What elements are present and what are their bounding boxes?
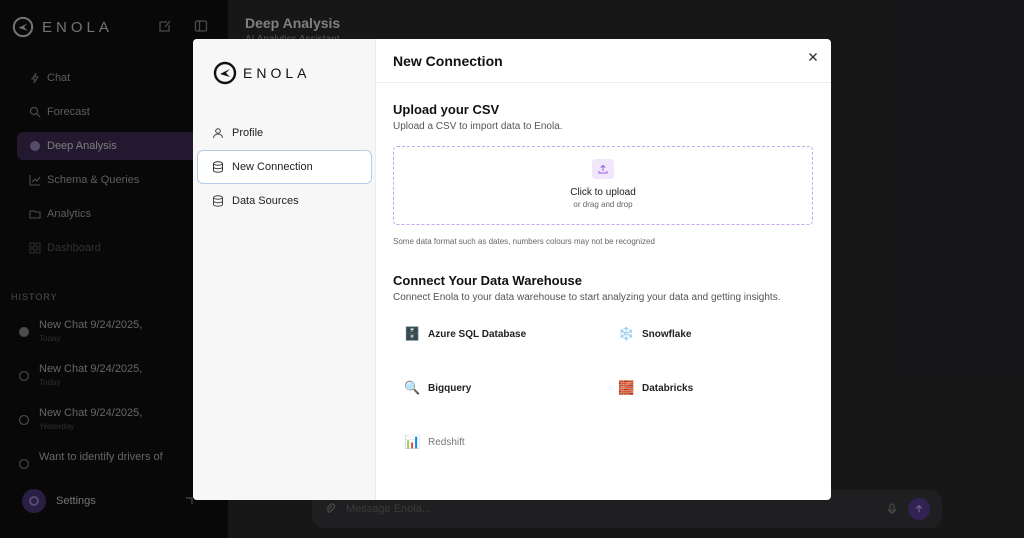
modal-nav-data-sources[interactable]: Data Sources	[197, 184, 372, 218]
database-icon	[213, 161, 223, 173]
warehouse-description: Connect Enola to your data warehouse to …	[393, 292, 781, 303]
upload-drag-label: or drag and drop	[573, 200, 633, 209]
modal-nav: Profile New Connection Data Sources	[197, 116, 372, 218]
upload-note: Some data format such as dates, numbers …	[393, 237, 655, 246]
bar-chart-icon: 📊	[404, 434, 421, 449]
modal-nav-profile[interactable]: Profile	[197, 116, 372, 150]
connector-label: Azure SQL Database	[428, 328, 527, 340]
connector-label: Redshift	[428, 436, 465, 448]
database-icon	[213, 195, 223, 207]
modal-sidebar: ENOLA Profile New Connection Data Source…	[193, 39, 376, 500]
snowflake-icon: ❄️	[618, 326, 635, 341]
modal-content: New Connection Upload your CSV Upload a …	[376, 39, 831, 500]
modal-nav-label: New Connection	[232, 161, 313, 173]
connector-redshift[interactable]: 📊 Redshift	[404, 434, 465, 450]
connector-label: Snowflake	[642, 328, 692, 340]
connector-label: Bigquery	[428, 382, 472, 394]
bricks-icon: 🧱	[618, 380, 635, 395]
upload-icon	[592, 159, 614, 179]
enola-logo-icon	[213, 61, 237, 85]
connector-label: Databricks	[642, 382, 694, 394]
modal-title: New Connection	[393, 52, 503, 69]
magnifier-icon: 🔍	[404, 380, 421, 395]
modal-nav-label: Profile	[232, 127, 264, 139]
modal-brand-name: ENOLA	[243, 65, 311, 81]
connector-snowflake[interactable]: ❄️ Snowflake	[618, 326, 691, 342]
connector-azure-sql[interactable]: 🗄️ Azure SQL Database	[404, 326, 526, 342]
connector-bigquery[interactable]: 🔍 Bigquery	[404, 380, 471, 396]
close-icon[interactable]	[807, 51, 819, 63]
database-cabinet-icon: 🗄️	[404, 326, 421, 341]
user-icon	[213, 128, 223, 139]
connector-databricks[interactable]: 🧱 Databricks	[618, 380, 693, 396]
modal-nav-label: Data Sources	[232, 195, 299, 207]
modal-brand: ENOLA	[213, 61, 310, 85]
upload-dropzone[interactable]: Click to upload or drag and drop	[393, 146, 813, 225]
warehouse-section-header: Connect Your Data Warehouse Connect Enol…	[393, 273, 780, 303]
settings-modal: ENOLA Profile New Connection Data Source…	[193, 39, 831, 500]
upload-description: Upload a CSV to import data to Enola.	[393, 121, 563, 132]
modal-nav-new-connection[interactable]: New Connection	[197, 150, 372, 184]
upload-click-label: Click to upload	[570, 187, 636, 198]
modal-header: New Connection	[376, 39, 831, 83]
upload-section-header: Upload your CSV Upload a CSV to import d…	[393, 102, 563, 132]
upload-heading: Upload your CSV	[393, 102, 500, 117]
warehouse-heading: Connect Your Data Warehouse	[393, 273, 583, 288]
